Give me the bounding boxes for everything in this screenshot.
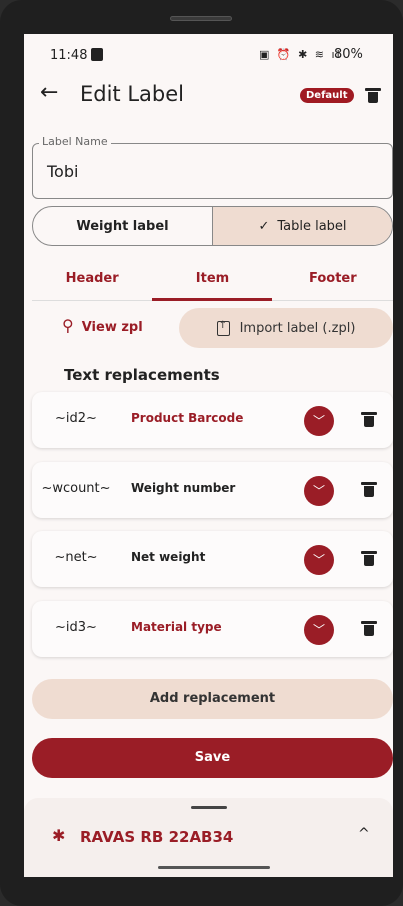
- table-label-text: Table label: [277, 218, 347, 234]
- app-notification-icon: [91, 48, 103, 61]
- bluetooth-icon: ✱: [52, 826, 66, 845]
- status-time: 11:48: [50, 48, 88, 63]
- replacement-description: Weight number: [131, 481, 236, 495]
- app-bar: ← Edit Label Default: [24, 74, 393, 122]
- delete-label-icon[interactable]: [365, 88, 381, 103]
- delete-replacement-icon[interactable]: [361, 482, 377, 497]
- import-label-button[interactable]: Import label (.zpl): [179, 308, 393, 348]
- label-type-toggle: Weight label ✓ Table label: [32, 206, 393, 246]
- replacement-code[interactable]: ~net~: [32, 550, 120, 565]
- search-icon: ⚲: [62, 316, 74, 335]
- file-upload-icon: [216, 320, 230, 336]
- table-label-option[interactable]: ✓ Table label: [212, 207, 392, 245]
- replacement-row: ~id3~ Material type ﹀: [32, 601, 393, 657]
- replacement-code[interactable]: ~id2~: [32, 411, 120, 426]
- home-indicator[interactable]: [158, 866, 270, 869]
- chevron-down-icon[interactable]: ﹀: [304, 545, 334, 575]
- label-section-tabs: Header Item Footer: [32, 257, 393, 301]
- replacement-description: Material type: [131, 620, 222, 634]
- back-arrow-icon[interactable]: ←: [40, 80, 58, 105]
- page-title: Edit Label: [80, 82, 184, 106]
- save-button[interactable]: Save: [32, 738, 393, 778]
- chevron-down-icon[interactable]: ﹀: [304, 406, 334, 436]
- status-icons: ▣ ⏰ ✱ ≋ ıl: [259, 48, 342, 61]
- label-name-field[interactable]: Label Name Tobi: [32, 135, 393, 199]
- sheet-drag-handle[interactable]: [191, 806, 227, 809]
- import-label-text: Import label (.zpl): [239, 320, 356, 336]
- screen: 11:48 ▣ ⏰ ✱ ≋ ıl 80% ← Edit Label Defaul…: [24, 34, 393, 877]
- weight-label-text: Weight label: [76, 218, 169, 234]
- replacement-code[interactable]: ~wcount~: [32, 481, 120, 496]
- delete-replacement-icon[interactable]: [361, 551, 377, 566]
- replacement-row: ~id2~ Product Barcode ﹀: [32, 392, 393, 448]
- replacement-row: ~wcount~ Weight number ﹀: [32, 462, 393, 518]
- delete-replacement-icon[interactable]: [361, 412, 377, 427]
- chevron-up-icon[interactable]: ^: [358, 826, 370, 842]
- phone-frame: 11:48 ▣ ⏰ ✱ ≋ ıl 80% ← Edit Label Defaul…: [0, 0, 403, 906]
- add-replacement-button[interactable]: Add replacement: [32, 679, 393, 719]
- weight-label-option[interactable]: Weight label: [33, 207, 212, 245]
- check-icon: ✓: [258, 218, 270, 234]
- tab-item[interactable]: Item: [152, 257, 273, 301]
- battery-percent: 80%: [334, 47, 363, 62]
- label-name-legend: Label Name: [39, 135, 111, 148]
- default-badge: Default: [300, 88, 354, 103]
- replacement-code[interactable]: ~id3~: [32, 620, 120, 635]
- tab-footer[interactable]: Footer: [273, 257, 393, 300]
- replacement-description: Net weight: [131, 550, 206, 564]
- view-zpl-button[interactable]: ⚲ View zpl: [62, 316, 143, 335]
- replacement-description: Product Barcode: [131, 411, 244, 425]
- device-name: RAVAS RB 22AB34: [80, 828, 234, 846]
- replacement-row: ~net~ Net weight ﹀: [32, 531, 393, 587]
- label-name-value[interactable]: Tobi: [47, 162, 78, 181]
- view-zpl-label: View zpl: [81, 320, 143, 335]
- chevron-down-icon[interactable]: ﹀: [304, 615, 334, 645]
- tab-header[interactable]: Header: [32, 257, 152, 300]
- delete-replacement-icon[interactable]: [361, 621, 377, 636]
- chevron-down-icon[interactable]: ﹀: [304, 476, 334, 506]
- status-bar: 11:48 ▣ ⏰ ✱ ≋ ıl 80%: [24, 34, 393, 74]
- speaker-grille: [170, 16, 232, 21]
- section-title: Text replacements: [64, 366, 220, 384]
